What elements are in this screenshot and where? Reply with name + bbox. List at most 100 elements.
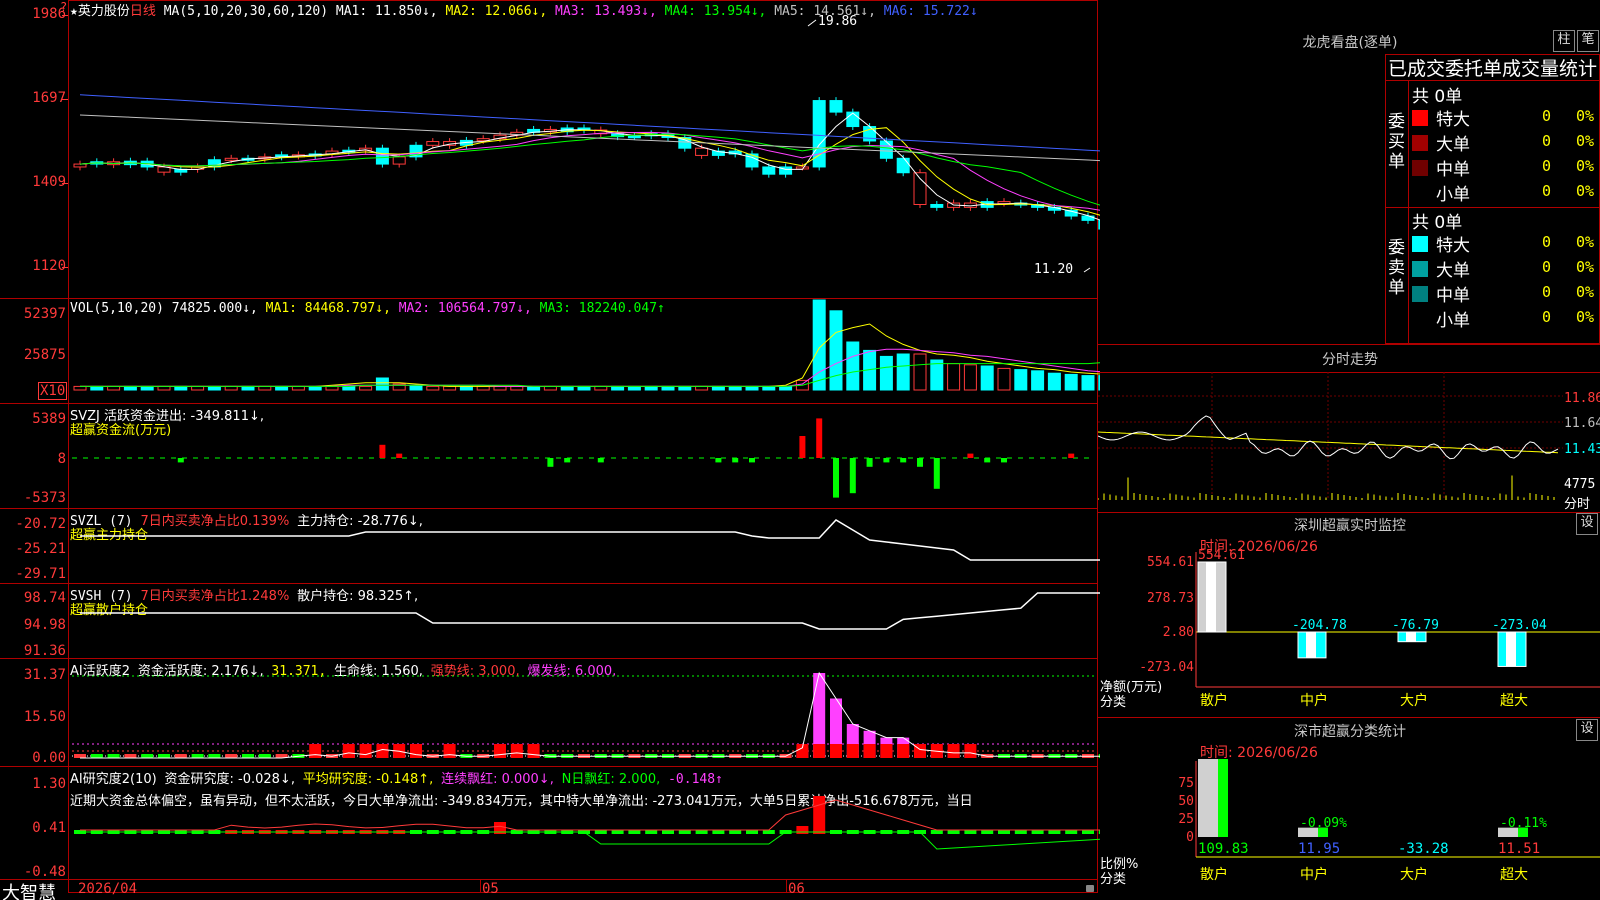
order-pct: 0% bbox=[1576, 283, 1595, 301]
buy-total: 共 0单 bbox=[1412, 87, 1463, 107]
class-bar-top-label: -0.09% bbox=[1300, 816, 1347, 831]
volume-bar bbox=[73, 385, 87, 391]
low-marker: 11.20 bbox=[1034, 262, 1074, 277]
legend-swatch bbox=[1412, 236, 1428, 252]
flow-bar bbox=[749, 458, 755, 463]
research-bar bbox=[712, 830, 725, 834]
volume-bar bbox=[1081, 375, 1095, 391]
flow-bar bbox=[984, 458, 991, 463]
volume-bar bbox=[510, 385, 524, 391]
order-pct: 0% bbox=[1576, 233, 1595, 251]
lock-icon[interactable] bbox=[1086, 885, 1094, 892]
date-tick bbox=[786, 879, 787, 893]
intraday-axis-5: 分时 bbox=[1564, 497, 1591, 512]
order-type-label: 小单 bbox=[1436, 185, 1470, 205]
divider bbox=[1408, 80, 1409, 344]
activity-bar-base bbox=[342, 744, 355, 758]
activity-bar bbox=[174, 754, 187, 758]
ma-line bbox=[79, 127, 1100, 216]
volume-bar bbox=[140, 385, 154, 391]
candlestick-chart[interactable] bbox=[0, 0, 1100, 298]
volume-bar bbox=[476, 385, 490, 391]
candle bbox=[762, 166, 776, 175]
activity-bar bbox=[158, 754, 170, 758]
ma-line bbox=[79, 133, 1100, 206]
candle bbox=[392, 156, 406, 165]
legend-swatch bbox=[1412, 135, 1428, 151]
flow-bar bbox=[597, 458, 604, 463]
research-bar bbox=[796, 826, 809, 832]
candle bbox=[426, 141, 440, 146]
volume-bar bbox=[695, 385, 709, 391]
activity-bar-base bbox=[830, 744, 842, 758]
divider bbox=[1385, 80, 1600, 81]
research-bar bbox=[594, 830, 607, 834]
research-bar bbox=[662, 830, 674, 834]
volume-bar bbox=[443, 385, 457, 391]
monitor-bar-value: -204.78 bbox=[1292, 618, 1347, 633]
class-category-label: 大户 bbox=[1400, 866, 1428, 883]
fund-flow-chart[interactable] bbox=[0, 403, 1100, 508]
flow-bar bbox=[967, 453, 974, 458]
volume-chart[interactable] bbox=[0, 298, 1100, 403]
volume-bar bbox=[191, 385, 205, 391]
activity-bar bbox=[208, 754, 221, 758]
volume-bar bbox=[997, 367, 1011, 391]
research-bar bbox=[729, 830, 742, 834]
volume-bar bbox=[829, 310, 843, 391]
low-pointer bbox=[1083, 267, 1091, 273]
order-type-label: 小单 bbox=[1436, 311, 1470, 331]
retail-holding-line bbox=[80, 592, 1100, 630]
avg-research-line bbox=[80, 831, 1100, 850]
order-pct: 0% bbox=[1576, 258, 1595, 276]
activity-bar-base bbox=[813, 744, 826, 758]
divider bbox=[1098, 344, 1600, 345]
volume-bar bbox=[913, 353, 927, 391]
monitor-category-label: 超大 bbox=[1500, 693, 1528, 709]
order-count: 0 bbox=[1542, 157, 1552, 175]
monitor-chart[interactable]: 554.61 278.73 2.80 -273.04 554.61 散户 -204.78 中户… bbox=[1098, 512, 1600, 717]
volume-bar bbox=[157, 385, 171, 391]
research-bar bbox=[998, 830, 1010, 834]
flow-bar bbox=[1068, 453, 1075, 458]
activity-chart[interactable] bbox=[0, 658, 1100, 766]
class-chart[interactable]: 75 50 25 0 109.83 散户 -0.09% 11.95 中户 -33.28 大户 -0.1… bbox=[1098, 717, 1600, 900]
intraday-axis-3: 11.43 bbox=[1564, 442, 1600, 457]
stats-title: 已成交委托单成交量统计 bbox=[1388, 58, 1598, 80]
legend-swatch bbox=[1412, 160, 1428, 176]
monitor-ylabel-2: 分类 bbox=[1100, 695, 1127, 710]
tick-mode-button[interactable]: 笔 bbox=[1577, 30, 1599, 52]
volume-bar bbox=[560, 385, 574, 391]
flow-bar bbox=[933, 458, 940, 489]
retail-holding-chart[interactable] bbox=[0, 583, 1100, 658]
class-bar-bottom-label: -33.28 bbox=[1398, 841, 1449, 857]
volume-bar bbox=[947, 363, 961, 391]
activity-bar bbox=[242, 754, 254, 758]
monitor-category-label: 大户 bbox=[1400, 692, 1428, 709]
monitor-category-label: 中户 bbox=[1300, 692, 1328, 709]
main-holding-chart[interactable] bbox=[0, 508, 1100, 583]
activity-bar-base bbox=[410, 744, 422, 758]
question-icon[interactable]: ? bbox=[60, 0, 67, 14]
intraday-axis-1: 11.86 bbox=[1564, 391, 1600, 406]
bar-mode-button[interactable]: 柱 bbox=[1553, 30, 1575, 52]
candle bbox=[930, 203, 944, 208]
brand-logo: 大智慧 bbox=[2, 883, 56, 900]
volume-bar bbox=[1047, 372, 1061, 391]
flow-bar bbox=[547, 458, 554, 467]
intraday-chart[interactable] bbox=[1098, 372, 1600, 512]
order-count: 0 bbox=[1542, 283, 1552, 301]
research-bar bbox=[1014, 830, 1027, 834]
volume-bar bbox=[1064, 373, 1078, 391]
sell-side-label: 委卖单 bbox=[1388, 238, 1405, 298]
flow-bar bbox=[900, 458, 907, 463]
flow-bar bbox=[732, 458, 739, 463]
volume-bar bbox=[611, 385, 625, 391]
research-chart[interactable] bbox=[0, 766, 1100, 879]
class-bar-highlight bbox=[1218, 759, 1228, 837]
class-category-label: 超大 bbox=[1500, 867, 1528, 883]
activity-bar-base bbox=[527, 744, 540, 758]
volume-bar bbox=[711, 385, 725, 391]
order-type-label: 大单 bbox=[1436, 261, 1470, 281]
volume-bar bbox=[930, 359, 944, 391]
